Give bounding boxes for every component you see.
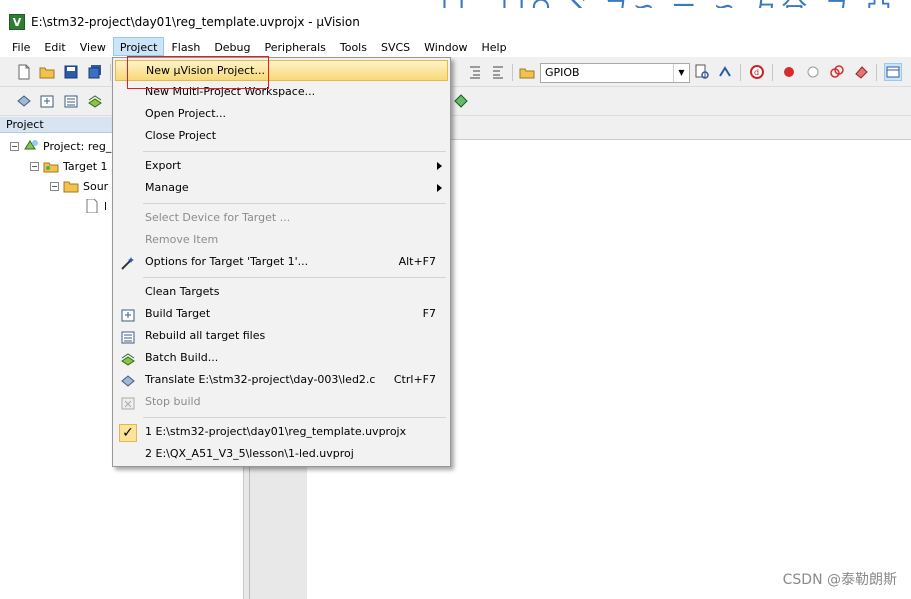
tree-project[interactable]: − Project: reg_ <box>10 137 111 155</box>
menu-flash[interactable]: Flash <box>164 37 207 56</box>
menu-window[interactable]: Window <box>417 37 474 56</box>
tree-file-label: l <box>104 199 108 213</box>
menu-separator <box>143 417 446 418</box>
submenu-arrow-icon <box>437 162 442 170</box>
menu-separator <box>143 277 446 278</box>
indent-icon[interactable] <box>466 63 484 81</box>
checkmark-icon: ✓ <box>119 423 137 442</box>
find-icon[interactable] <box>693 63 711 81</box>
target-icon <box>43 162 59 173</box>
find-in-files-icon[interactable] <box>518 63 536 81</box>
menu-remove-item[interactable]: Remove Item <box>115 230 448 251</box>
menu-edit[interactable]: Edit <box>37 37 72 56</box>
menu-separator <box>143 203 446 204</box>
menu-project[interactable]: Project <box>112 37 165 56</box>
menu-recent-project-2[interactable]: 2 E:\QX_A51_V3_5\lesson\1-led.uvproj <box>115 444 448 465</box>
find-combo-value: GPIOB <box>545 66 580 79</box>
open-file-icon[interactable] <box>38 63 56 81</box>
magic-wand-icon <box>119 254 137 271</box>
breakpoint-icon[interactable] <box>780 63 798 81</box>
save-icon[interactable] <box>62 63 80 81</box>
menu-export[interactable]: Export <box>115 156 448 177</box>
stop-build-icon <box>119 394 137 411</box>
menu-clean-targets[interactable]: Clean Targets <box>115 282 448 303</box>
menu-recent-project-1[interactable]: ✓ 1 E:\stm32-project\day01\reg_template.… <box>115 422 448 443</box>
build-icon <box>119 306 137 323</box>
menu-file[interactable]: File <box>5 37 37 56</box>
menu-bar: File Edit View Project Flash Debug Perip… <box>0 36 911 57</box>
menu-batch-build[interactable]: Batch Build... <box>115 348 448 369</box>
window-layout-icon[interactable] <box>884 63 902 81</box>
menu-help[interactable]: Help <box>475 37 514 56</box>
project-menu-dropdown: New µVision Project... New Multi-Project… <box>112 57 451 467</box>
tree-target[interactable]: − Target 1 <box>30 157 108 175</box>
watermark: CSDN @泰勒朗斯 <box>782 572 897 588</box>
menu-manage[interactable]: Manage <box>115 178 448 199</box>
batch-build-icon <box>119 350 137 367</box>
tree-project-label: Project: reg_ <box>43 139 112 153</box>
rebuild-icon[interactable] <box>62 92 80 110</box>
manage-components-icon[interactable] <box>452 92 470 110</box>
batch-build-icon[interactable] <box>86 92 104 110</box>
menu-new-uvision-project[interactable]: New µVision Project... <box>115 60 448 81</box>
replace-icon[interactable] <box>716 63 734 81</box>
svg-text:d: d <box>754 68 759 77</box>
disable-breakpoint-icon[interactable] <box>804 63 822 81</box>
source-file-icon <box>86 199 98 213</box>
menu-options-for-target[interactable]: Options for Target 'Target 1'... Alt+F7 <box>115 252 448 273</box>
menu-rebuild-all[interactable]: Rebuild all target files <box>115 326 448 347</box>
find-combo[interactable]: GPIOB ▼ <box>540 63 690 83</box>
translate-icon[interactable] <box>15 92 33 110</box>
menu-translate[interactable]: Translate E:\stm32-project\day-003\led2.… <box>115 370 448 391</box>
background-banner: ㄇ⌒ㄇ∩ ∑ ㄅ∽ ㄧ ∽ 方㕣 ㄅ 凸 ㄣ 千 <box>0 0 911 8</box>
menu-view[interactable]: View <box>73 37 113 56</box>
menu-tools[interactable]: Tools <box>333 37 374 56</box>
window-title: E:\stm32-project\day01\reg_template.uvpr… <box>31 15 360 29</box>
translate-icon <box>119 372 137 389</box>
menu-close-project[interactable]: Close Project <box>115 126 448 147</box>
build-icon[interactable] <box>38 92 56 110</box>
menu-stop-build[interactable]: Stop build <box>115 392 448 413</box>
menu-new-multi-project-workspace[interactable]: New Multi-Project Workspace... <box>115 82 448 103</box>
chevron-down-icon[interactable]: ▼ <box>673 64 689 82</box>
collapse-icon[interactable]: − <box>10 141 19 151</box>
kill-breakpoints-icon[interactable] <box>828 63 846 81</box>
tree-file[interactable]: l <box>84 197 107 215</box>
uvision-app-icon: V <box>9 14 25 30</box>
unindent-icon[interactable] <box>489 63 507 81</box>
collapse-icon[interactable]: − <box>50 181 59 191</box>
menu-select-device[interactable]: Select Device for Target ... <box>115 208 448 229</box>
tree-target-label: Target 1 <box>63 159 108 173</box>
submenu-arrow-icon <box>437 184 442 192</box>
collapse-icon[interactable]: − <box>30 161 39 171</box>
tree-source-group[interactable]: − Sour <box>50 177 108 195</box>
project-icon <box>24 140 38 150</box>
title-bar: V E:\stm32-project\day01\reg_template.uv… <box>0 8 911 36</box>
erase-icon[interactable] <box>852 63 870 81</box>
new-file-icon[interactable] <box>15 63 33 81</box>
menu-svcs[interactable]: SVCS <box>374 37 417 56</box>
start-debug-icon[interactable]: d <box>748 63 766 81</box>
menu-separator <box>143 151 446 152</box>
save-all-icon[interactable] <box>86 63 104 81</box>
menu-peripherals[interactable]: Peripherals <box>258 37 333 56</box>
folder-icon <box>63 181 79 193</box>
menu-debug[interactable]: Debug <box>207 37 257 56</box>
tree-source-label: Sour <box>83 179 109 193</box>
menu-build-target[interactable]: Build Target F7 <box>115 304 448 325</box>
rebuild-icon <box>119 328 137 345</box>
menu-open-project[interactable]: Open Project... <box>115 104 448 125</box>
